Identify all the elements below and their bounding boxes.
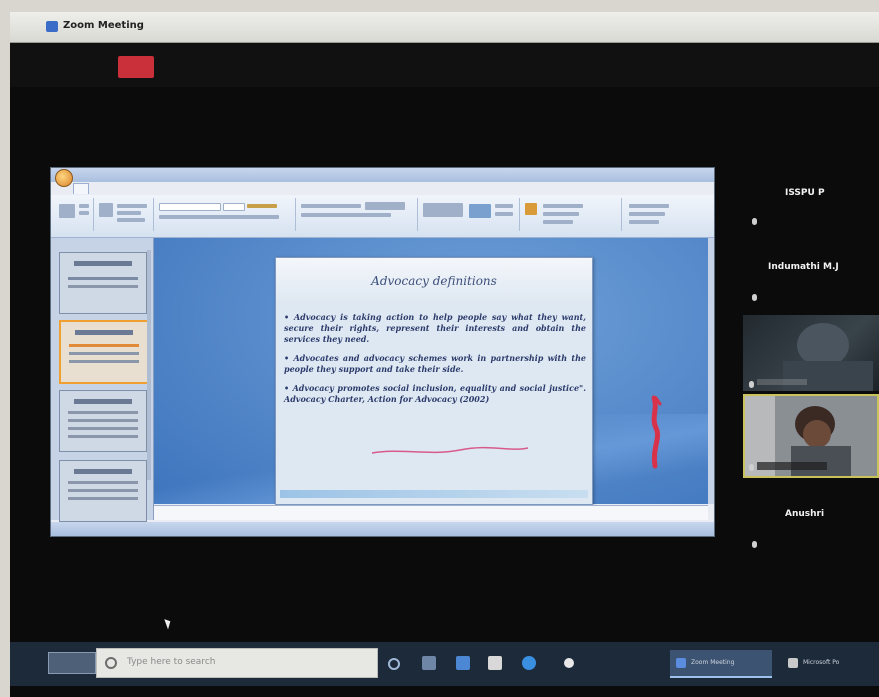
monitor-screen: Zoom Meeting Advocacy definitions • Advo… [10,12,879,697]
edge-browser-icon[interactable] [522,656,536,670]
slide-bullet: • Advocacy promotes social inclusion, eq… [284,383,586,404]
office-button-icon[interactable] [55,169,73,187]
ribbon-tab[interactable] [154,183,170,194]
powerpoint-icon [788,657,798,668]
slide-bullet: • Advocacy is taking action to help peop… [284,312,586,344]
ribbon-group-drawing [419,198,520,231]
red-pen-annotation [651,395,662,469]
notes-pane[interactable] [154,505,708,520]
slide-thumbnail[interactable] [59,390,147,452]
ribbon [51,195,714,238]
ribbon-group-arrange [521,198,622,231]
slide-bullet: • Advocates and advocacy schemes work in… [284,353,586,374]
slides-panel [51,238,154,522]
ribbon-group-slides [95,198,154,231]
ribbon-tab[interactable] [182,183,196,194]
slide-body: • Advocacy is taking action to help peop… [284,312,586,413]
taskbar-zoom-button[interactable]: Zoom Meeting [670,650,772,678]
slide-thumbnail[interactable] [59,460,147,522]
powerpoint-status-bar [51,522,714,536]
window-titlebar: Zoom Meeting [10,12,879,43]
windows-taskbar: Type here to search Zoom Meeting Microso… [10,642,879,686]
ribbon-tabs [73,183,246,194]
ribbon-tab[interactable] [208,183,221,194]
powerpoint-titlebar [51,168,714,182]
search-icon [105,657,117,669]
store-icon[interactable] [488,656,502,670]
slide-title: Advocacy definitions [371,274,497,288]
slide-thumbnail-selected[interactable] [59,320,149,384]
taskbar-search-input[interactable]: Type here to search [96,648,378,678]
current-slide[interactable]: Advocacy definitions • Advocacy is takin… [275,257,593,505]
participant-video-tile[interactable] [743,315,879,391]
participant-label [757,462,827,470]
active-speaker-video-tile[interactable] [743,394,879,478]
ribbon-tab[interactable] [233,183,246,194]
pink-underline-annotation [371,446,529,454]
mic-muted-icon [752,541,757,548]
zoom-icon [676,657,686,668]
ribbon-group-editing [623,198,703,231]
ribbon-group-clipboard [53,198,94,231]
ribbon-group-paragraph [297,198,418,231]
participant-name: Indumathi M.J [768,262,839,272]
cortana-icon[interactable] [388,658,400,670]
slide-canvas: Advocacy definitions • Advocacy is takin… [154,238,708,505]
slide-scrollbar[interactable] [708,238,714,504]
zoom-top-toolbar [10,43,879,87]
slide-thumbnail[interactable] [59,252,147,314]
mouse-cursor-icon [164,617,173,630]
zoom-app-icon [46,21,58,32]
ribbon-tab[interactable] [73,183,90,194]
ribbon-group-font [155,198,296,231]
chrome-icon [564,657,574,668]
ribbon-tab[interactable] [128,183,142,194]
mic-muted-icon [752,294,757,301]
task-view-icon[interactable] [422,656,436,670]
ribbon-tab[interactable] [101,183,115,194]
participant-name: ISSPU P [785,188,825,198]
taskbar-app-button[interactable] [558,650,650,676]
mic-muted-icon [752,218,757,225]
file-explorer-icon[interactable] [456,656,470,670]
thumbnails-scrollbar[interactable] [147,250,151,480]
mic-muted-icon [749,381,754,388]
recording-badge[interactable] [118,56,154,78]
search-placeholder: Type here to search [127,657,216,667]
window-title: Zoom Meeting [63,20,144,31]
mic-muted-icon [749,464,754,471]
taskbar-powerpoint-button[interactable]: Microsoft Po [782,650,879,676]
start-button[interactable] [48,652,96,674]
participant-name: Anushri [785,509,825,519]
shared-screen: Advocacy definitions • Advocacy is takin… [50,167,715,537]
